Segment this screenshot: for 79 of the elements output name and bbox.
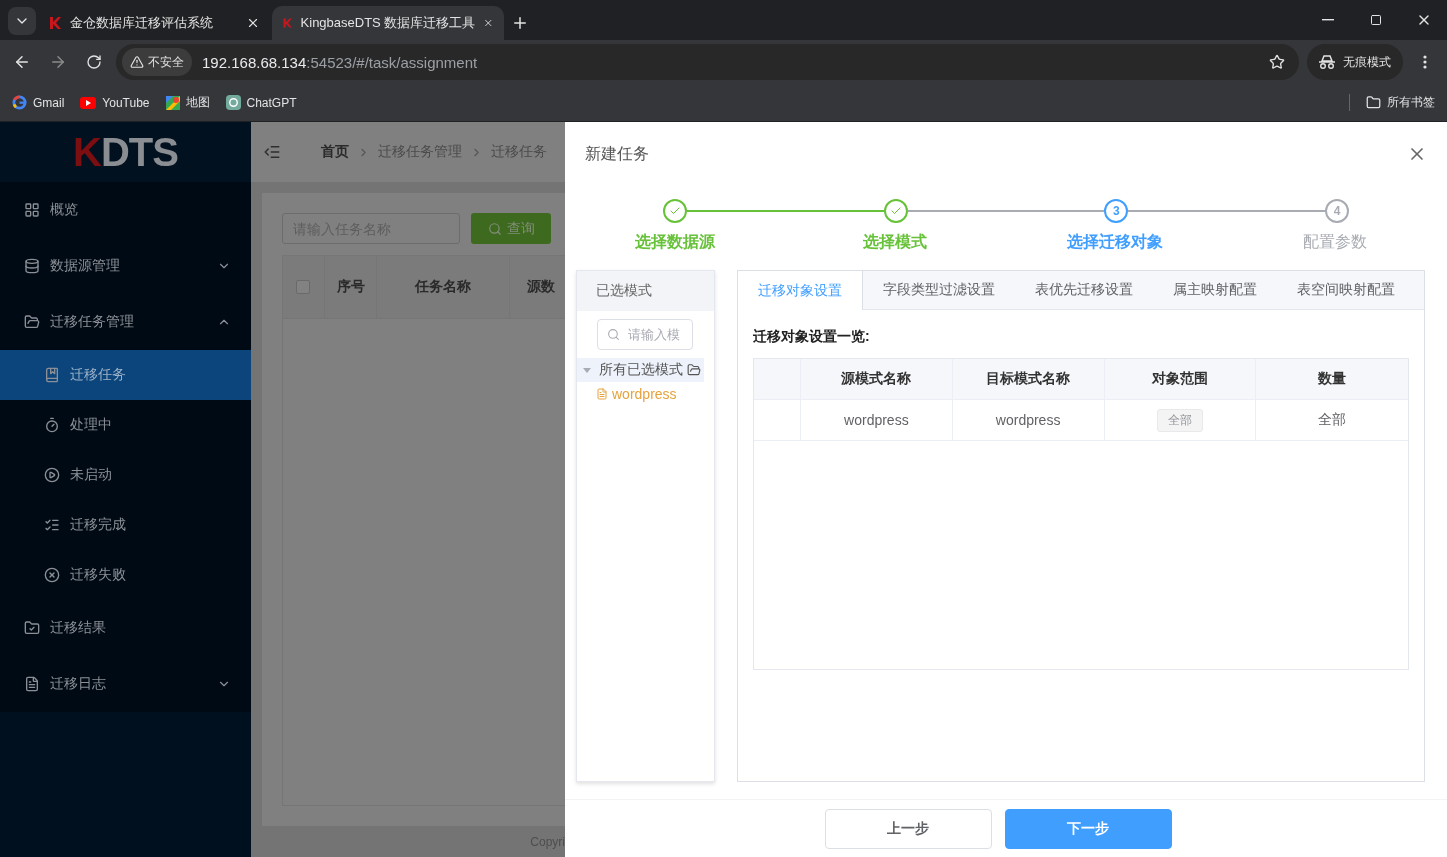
step-label: 配置参数 <box>1303 232 1367 252</box>
checkbox[interactable] <box>296 280 311 294</box>
sidebar-item[interactable]: 迁移日志 <box>0 656 251 712</box>
security-chip[interactable]: 不安全 <box>122 48 192 76</box>
bookmark-link[interactable]: Gmail <box>12 95 65 110</box>
column-header: 目标模式名称 <box>986 370 1071 388</box>
k-logo-icon <box>48 16 62 30</box>
previous-button[interactable]: 上一步 <box>824 808 992 849</box>
step-indicator: 3 <box>1104 199 1129 223</box>
chatgpt-icon <box>225 95 241 110</box>
table-cell: 全部 <box>1318 411 1347 429</box>
search-icon <box>607 328 620 341</box>
step-label: 选择数据源 <box>635 232 715 252</box>
bookmark-link[interactable]: ChatGPT <box>225 95 297 110</box>
incognito-chip[interactable]: 无痕模式 <box>1307 44 1403 80</box>
folder-icon <box>1366 95 1381 110</box>
reload-icon <box>86 54 102 70</box>
tree-node[interactable]: 所有已选模式 <box>577 358 704 382</box>
bookmark-link[interactable]: YouTube <box>80 95 150 110</box>
maximize-icon <box>1370 14 1382 26</box>
tree-label: wordpress <box>612 386 677 402</box>
url-text: 192.168.68.134:54523/#/task/assignment <box>202 53 479 71</box>
column-header: 任务名称 <box>415 278 472 296</box>
sidebar-item[interactable]: 概览 <box>0 182 251 238</box>
step-label: 选择模式 <box>863 232 927 252</box>
column-header: 序号 <box>336 278 365 296</box>
caret-icon <box>583 366 591 374</box>
bookmark-link[interactable]: 地图 <box>165 94 210 111</box>
breadcrumb-link[interactable]: 首页 <box>321 143 349 161</box>
sidebar-subitem[interactable]: 处理中 <box>0 400 251 450</box>
tab-title: 金仓数据库迁移评估系统 <box>70 14 214 32</box>
tab[interactable]: 属主映射配置 <box>1153 271 1277 309</box>
warning-icon <box>130 55 144 69</box>
scope-tag: 全部 <box>1156 408 1203 432</box>
column-header: 数量 <box>1318 370 1347 388</box>
sidebar-subitem[interactable]: 迁移失败 <box>0 550 251 600</box>
sidebar-item[interactable]: 迁移结果 <box>0 600 251 656</box>
schema-search-field[interactable]: 请输入模 <box>597 319 693 350</box>
menu-toggle-icon[interactable] <box>263 143 281 161</box>
bookmark-star-icon[interactable] <box>1269 54 1285 70</box>
sidebar-item[interactable]: 迁移任务管理 <box>0 294 251 350</box>
all-bookmarks-link[interactable]: 所有书签 <box>1349 94 1435 111</box>
google-icon <box>12 95 27 110</box>
section-title: 迁移对象设置一览: <box>753 328 871 346</box>
search-icon <box>487 221 502 236</box>
step-indicator: 4 <box>1325 199 1349 223</box>
sidebar-subitem[interactable]: 未启动 <box>0 450 251 500</box>
column-header: 源模式名称 <box>841 370 912 388</box>
table-cell: wordpress <box>844 412 909 428</box>
incognito-icon <box>1319 55 1335 69</box>
tab-list-button[interactable] <box>8 7 36 35</box>
table-cell: wordpress <box>995 412 1061 428</box>
check-icon <box>889 205 902 217</box>
youtube-icon <box>80 96 97 109</box>
column-header: 对象范围 <box>1151 370 1208 388</box>
browser-tab[interactable]: KingbaseDTS 数据库迁移工具 <box>272 6 504 40</box>
document-icon <box>596 388 608 400</box>
address-bar[interactable]: 不安全 192.168.68.134:54523/#/task/assignment <box>116 44 1299 80</box>
forward-arrow-icon <box>49 53 67 71</box>
dialog-title: 新建任务 <box>585 143 649 164</box>
sidebar-subitem[interactable]: 迁移任务 <box>0 350 251 400</box>
check-icon <box>669 205 681 217</box>
tree-label: 所有已选模式 <box>599 361 683 379</box>
k-logo-icon <box>282 16 293 30</box>
map-icon <box>165 95 180 110</box>
tab[interactable]: 字段类型过滤设置 <box>863 271 1015 309</box>
tab[interactable]: 表优先迁移设置 <box>1015 271 1153 309</box>
sidebar-item[interactable]: 数据源管理 <box>0 238 251 294</box>
browser-tab[interactable]: 金仓数据库迁移评估系统 <box>38 6 270 40</box>
panel-title: 已选模式 <box>577 271 714 311</box>
minimize-icon <box>1322 19 1334 21</box>
plus-icon <box>511 14 529 32</box>
tab[interactable]: 表空间映射配置 <box>1277 271 1415 309</box>
sidebar-subitem[interactable]: 迁移完成 <box>0 500 251 550</box>
step-label: 选择迁移对象 <box>1067 232 1163 252</box>
folder-icon <box>687 363 701 377</box>
column-header: 源数 <box>526 278 555 296</box>
tab-title: KingbaseDTS 数据库迁移工具 <box>300 14 476 32</box>
close-icon[interactable] <box>246 16 260 30</box>
